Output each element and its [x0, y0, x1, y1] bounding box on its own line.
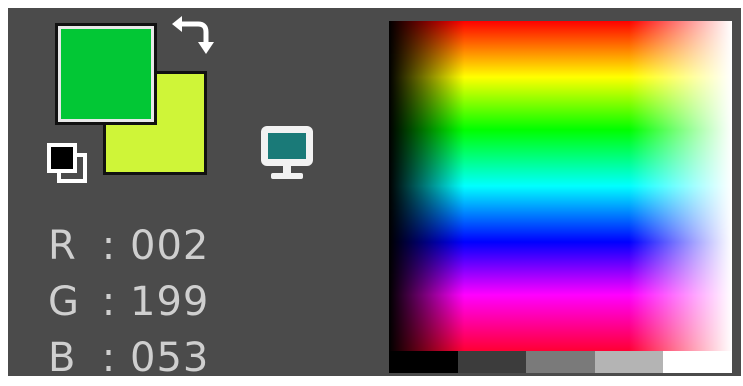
red-separator: : — [101, 223, 117, 269]
green-value: 199 — [130, 279, 210, 325]
gray-swatch[interactable] — [663, 351, 732, 373]
swap-colors-icon[interactable] — [170, 16, 218, 62]
red-value-row: R : 002 — [48, 218, 209, 274]
color-picker-panel: R : 002 G : 199 B : 053 — [8, 8, 741, 381]
blue-label: B — [48, 335, 77, 381]
default-colors-icon[interactable] — [45, 141, 91, 187]
green-separator: : — [101, 279, 117, 325]
screen-color-picker-icon[interactable] — [258, 123, 316, 183]
rgb-readout: R : 002 G : 199 B : 053 — [48, 218, 209, 386]
gray-swatch[interactable] — [526, 351, 595, 373]
red-value: 002 — [130, 223, 210, 269]
green-value-row: G : 199 — [48, 274, 209, 330]
gray-swatch[interactable] — [594, 351, 664, 373]
grayscale-strip — [389, 351, 732, 373]
foreground-color-swatch[interactable] — [55, 23, 157, 125]
blue-separator: : — [101, 335, 117, 381]
red-label: R — [48, 223, 77, 269]
color-spectrum-picker[interactable] — [389, 21, 732, 351]
green-label: G — [48, 279, 80, 325]
blue-value: 053 — [130, 335, 210, 381]
gray-swatch[interactable] — [389, 351, 458, 373]
gray-swatch[interactable] — [457, 351, 527, 373]
